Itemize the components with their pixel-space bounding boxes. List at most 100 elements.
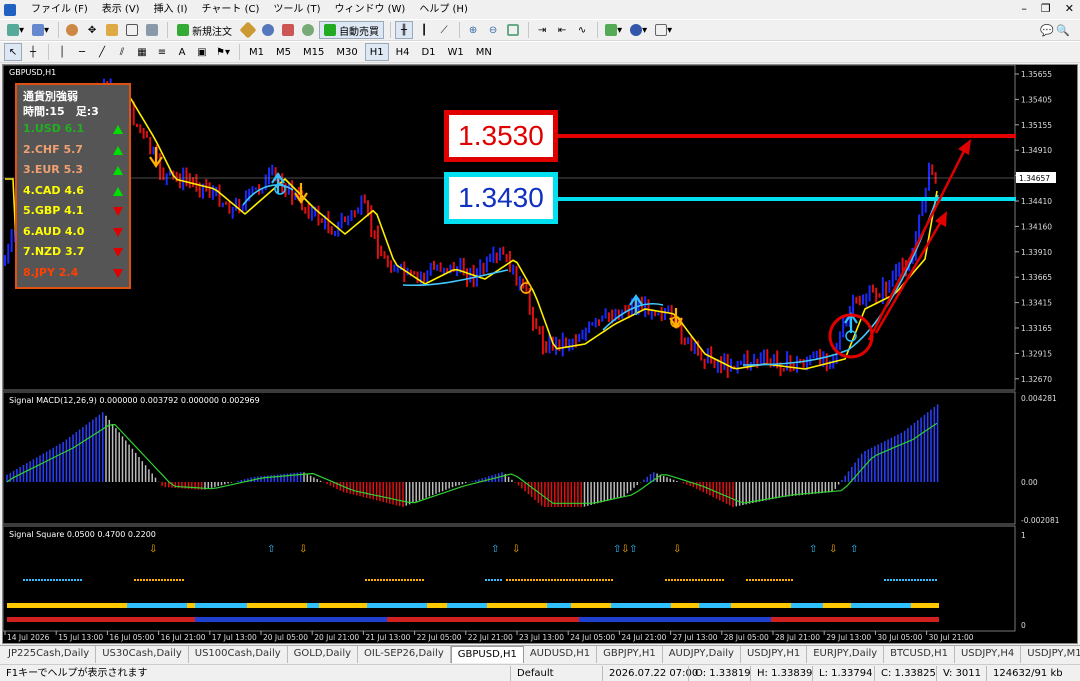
bar-chart-button[interactable]: ╫ bbox=[395, 21, 414, 39]
close-button[interactable]: ✕ bbox=[1065, 2, 1074, 15]
vertical-line-tool[interactable]: │ bbox=[53, 43, 71, 61]
menu-chart[interactable]: チャート (C) bbox=[195, 0, 267, 19]
chart-tab[interactable]: US30Cash,Daily bbox=[96, 646, 189, 663]
chart-tab[interactable]: USDJPY,M1 bbox=[1021, 646, 1080, 663]
chart-tab[interactable]: EURJPY,Daily bbox=[807, 646, 885, 663]
square-bar-top bbox=[239, 603, 243, 608]
metaeditor-button[interactable] bbox=[239, 21, 257, 39]
square-bar-top bbox=[183, 603, 187, 608]
tf-m30[interactable]: M30 bbox=[331, 43, 362, 61]
square-bar-bottom bbox=[319, 617, 323, 622]
tf-m15[interactable]: M15 bbox=[298, 43, 329, 61]
square-bar-bottom bbox=[507, 617, 511, 622]
square-bar-top bbox=[375, 603, 379, 608]
indicators-button[interactable]: ∿ bbox=[573, 21, 591, 39]
menu-file[interactable]: ファイル (F) bbox=[24, 0, 95, 19]
square-dot bbox=[542, 579, 544, 581]
tile-windows-button[interactable] bbox=[504, 21, 522, 39]
square-bar-top bbox=[859, 603, 863, 608]
menu-view[interactable]: 表示 (V) bbox=[95, 0, 147, 19]
gann-tool[interactable]: ▦ bbox=[133, 43, 151, 61]
chart-tab[interactable]: OIL-SEP26,Daily bbox=[358, 646, 451, 663]
market-watch-button[interactable] bbox=[63, 21, 81, 39]
price-label: 1.33165 bbox=[1021, 324, 1052, 333]
chat-icon[interactable]: 💬 bbox=[1040, 24, 1054, 37]
fibo-tool[interactable]: ≡ bbox=[153, 43, 171, 61]
square-bar-bottom bbox=[59, 617, 63, 622]
search-icon[interactable]: 🔍 bbox=[1056, 24, 1070, 37]
square-bar-bottom bbox=[403, 617, 407, 622]
vps-button[interactable] bbox=[299, 21, 317, 39]
menu-help[interactable]: ヘルプ (H) bbox=[412, 0, 475, 19]
square-bar-top bbox=[791, 603, 795, 608]
chart-tab[interactable]: BTCUSD,H1 bbox=[884, 646, 955, 663]
chart-tab[interactable]: GOLD,Daily bbox=[288, 646, 359, 663]
cursor-tool[interactable]: ↖ bbox=[4, 43, 22, 61]
chart-shift-button[interactable]: ⇤ bbox=[553, 21, 571, 39]
line-chart-button[interactable]: ⟋ bbox=[435, 21, 453, 39]
square-bar-bottom bbox=[411, 617, 415, 622]
market-button[interactable] bbox=[279, 21, 297, 39]
chart-tab[interactable]: USDJPY,H1 bbox=[741, 646, 808, 663]
square-bar-top bbox=[423, 603, 427, 608]
text-tool[interactable]: A bbox=[173, 43, 191, 61]
crosshair-tool[interactable]: ┼ bbox=[24, 43, 42, 61]
tester-button[interactable] bbox=[143, 21, 161, 39]
chart-tab[interactable]: GBPJPY,H1 bbox=[597, 646, 663, 663]
menu-window[interactable]: ウィンドウ (W) bbox=[327, 0, 412, 19]
minimize-button[interactable]: – bbox=[1021, 2, 1027, 15]
tf-mn[interactable]: MN bbox=[471, 43, 497, 61]
new-order-button[interactable]: 新規注文 bbox=[172, 21, 237, 39]
scroll-chart-button[interactable]: ⇥ bbox=[533, 21, 551, 39]
data-window-button[interactable]: ✥ bbox=[83, 21, 101, 39]
square-dot bbox=[788, 579, 790, 581]
square-dot bbox=[932, 579, 934, 581]
square-bar-top bbox=[935, 603, 939, 608]
trendline-tool[interactable]: ╱ bbox=[93, 43, 111, 61]
square-dot bbox=[593, 579, 595, 581]
tf-w1[interactable]: W1 bbox=[443, 43, 469, 61]
shapes-tool[interactable]: ⚑▾ bbox=[213, 43, 233, 61]
chart-window[interactable]: ⇩ ⇧ ⇩ ⇧ ⇩ ⇧ ⇩ ⇧ ⇩ ⇧ ⇩ ⇧ 1.35655 1.35405 1.35155 1.3491… bbox=[2, 64, 1078, 644]
auto-trade-button[interactable]: 自動売買 bbox=[319, 21, 385, 39]
equidistant-channel-tool[interactable]: ⫽ bbox=[113, 43, 131, 61]
templates-button[interactable]: ▾ bbox=[652, 21, 675, 39]
periods-button[interactable]: ▾ bbox=[627, 21, 650, 39]
chart-tab[interactable]: USDJPY,H4 bbox=[955, 646, 1022, 663]
square-bar-bottom bbox=[587, 617, 591, 622]
status-bar: F1キーでヘルプが表示されます Default 2026.07.22 07:00… bbox=[0, 664, 1080, 681]
candle-chart-button[interactable]: ┃ bbox=[415, 21, 433, 39]
square-bar-bottom bbox=[875, 617, 879, 622]
zoom-in-button[interactable]: ⊕ bbox=[464, 21, 482, 39]
navigator-button[interactable] bbox=[103, 21, 121, 39]
terminal-button[interactable] bbox=[123, 21, 141, 39]
restore-button[interactable]: ❐ bbox=[1041, 2, 1051, 15]
tf-m1[interactable]: M1 bbox=[244, 43, 269, 61]
signals-button[interactable] bbox=[259, 21, 277, 39]
chart-tab[interactable]: GBPUSD,H1 bbox=[450, 646, 524, 663]
profiles-button[interactable]: ▾ bbox=[29, 21, 52, 39]
tf-h4[interactable]: H4 bbox=[391, 43, 415, 61]
square-dot bbox=[770, 579, 772, 581]
label-tool[interactable]: ▣ bbox=[193, 43, 211, 61]
square-dot bbox=[899, 579, 901, 581]
square-dot bbox=[704, 579, 706, 581]
square-bar-bottom bbox=[211, 617, 215, 622]
zoom-out-button[interactable]: ⊖ bbox=[484, 21, 502, 39]
tf-d1[interactable]: D1 bbox=[416, 43, 440, 61]
chart-tab[interactable]: JP225Cash,Daily bbox=[2, 646, 97, 663]
chart-tab[interactable]: US100Cash,Daily bbox=[189, 646, 288, 663]
square-bar-bottom bbox=[599, 617, 603, 622]
new-chart-button[interactable]: ▾ bbox=[4, 21, 27, 39]
chart-tab[interactable]: AUDJPY,Daily bbox=[663, 646, 741, 663]
status-help: F1キーでヘルプが表示されます bbox=[6, 667, 148, 679]
horizontal-line-tool[interactable]: ─ bbox=[73, 43, 91, 61]
indicator-list-button[interactable]: ▾ bbox=[602, 21, 625, 39]
chart-tab[interactable]: AUDUSD,H1 bbox=[524, 646, 598, 663]
menu-insert[interactable]: 挿入 (I) bbox=[147, 0, 195, 19]
tf-h1[interactable]: H1 bbox=[364, 43, 389, 61]
tf-m5[interactable]: M5 bbox=[271, 43, 296, 61]
window-controls: – ❐ ✕ bbox=[1021, 2, 1074, 15]
square-bar-bottom bbox=[487, 617, 491, 622]
menu-tools[interactable]: ツール (T) bbox=[266, 0, 327, 19]
